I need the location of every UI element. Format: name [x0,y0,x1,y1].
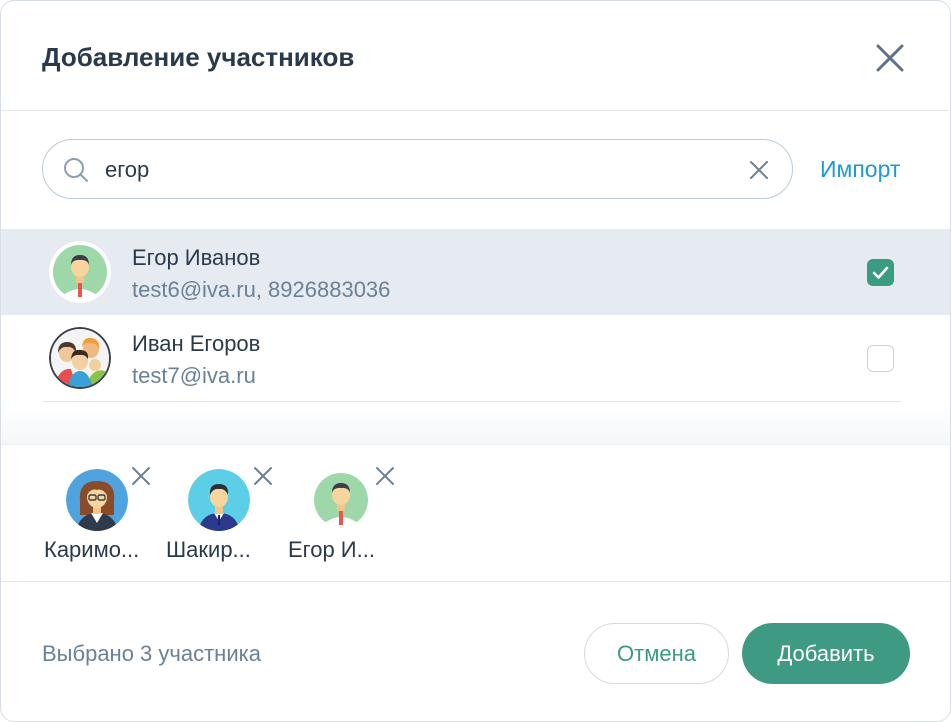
group-avatar [49,327,111,389]
search-box [42,139,793,199]
search-icon [63,157,89,183]
search-input[interactable] [105,152,725,188]
man-suit-avatar [188,469,250,531]
man-green-avatar [49,241,111,303]
woman-glasses-avatar [66,469,128,531]
list-fade [1,406,950,444]
selected-count: Выбрано 3 участника [42,641,261,666]
result-row[interactable]: Иван Егоров test7@iva.ru [1,315,950,401]
chip-name: Каримо... [44,537,140,562]
result-row[interactable]: Егор Иванов test6@iva.ru, 8926883036 [1,229,950,315]
remove-chip-icon[interactable] [374,465,396,487]
dialog-title: Добавление участников [42,42,355,72]
add-participants-dialog: Добавление участников Импорт [0,0,951,722]
remove-chip-icon[interactable] [130,465,152,487]
check-icon [872,266,889,279]
result-contact: test6@iva.ru, 8926883036 [132,277,391,302]
cancel-button[interactable]: Отмена [584,623,729,684]
clear-icon[interactable] [747,158,771,182]
selected-chip: Егор И... [288,465,400,565]
remove-chip-icon[interactable] [252,465,274,487]
selected-participants: Каримо... Шакир... Егор И... [1,444,950,582]
dialog-header: Добавление участников [1,1,950,111]
import-link[interactable]: Импорт [820,156,900,183]
result-name: Иван Егоров [132,331,261,356]
chip-name: Егор И... [288,537,375,562]
row-checkbox[interactable] [867,345,894,372]
selected-chip: Шакир... [166,465,278,565]
row-checkbox[interactable] [867,259,894,286]
add-button[interactable]: Добавить [742,623,910,684]
man-green-avatar [310,469,372,531]
close-icon[interactable] [871,39,909,77]
result-contact: test7@iva.ru [132,363,256,388]
result-name: Егор Иванов [132,245,261,270]
chip-name: Шакир... [166,537,251,562]
row-divider [42,401,901,402]
selected-chip: Каримо... [44,465,156,565]
